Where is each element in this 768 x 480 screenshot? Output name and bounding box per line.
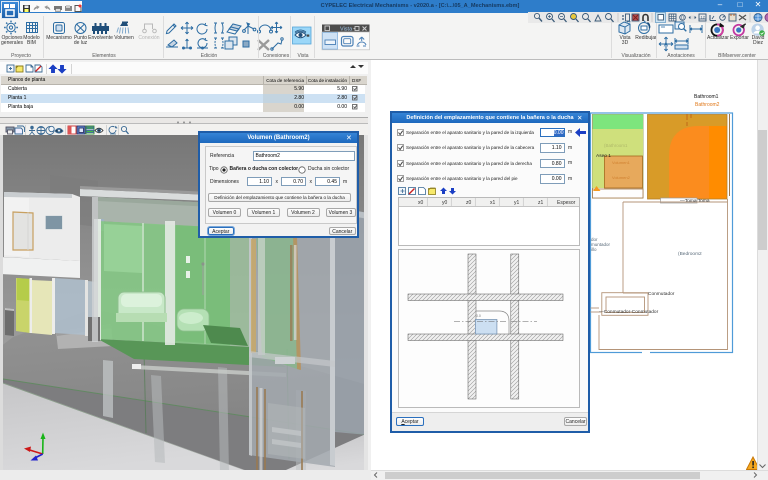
svg-text:A: A xyxy=(664,42,669,49)
svg-text:Vista: Vista xyxy=(340,27,353,33)
svg-text:0: 0 xyxy=(681,16,684,22)
svg-text:12: 12 xyxy=(701,15,706,20)
svg-text:0.0: 0.0 xyxy=(476,314,481,318)
